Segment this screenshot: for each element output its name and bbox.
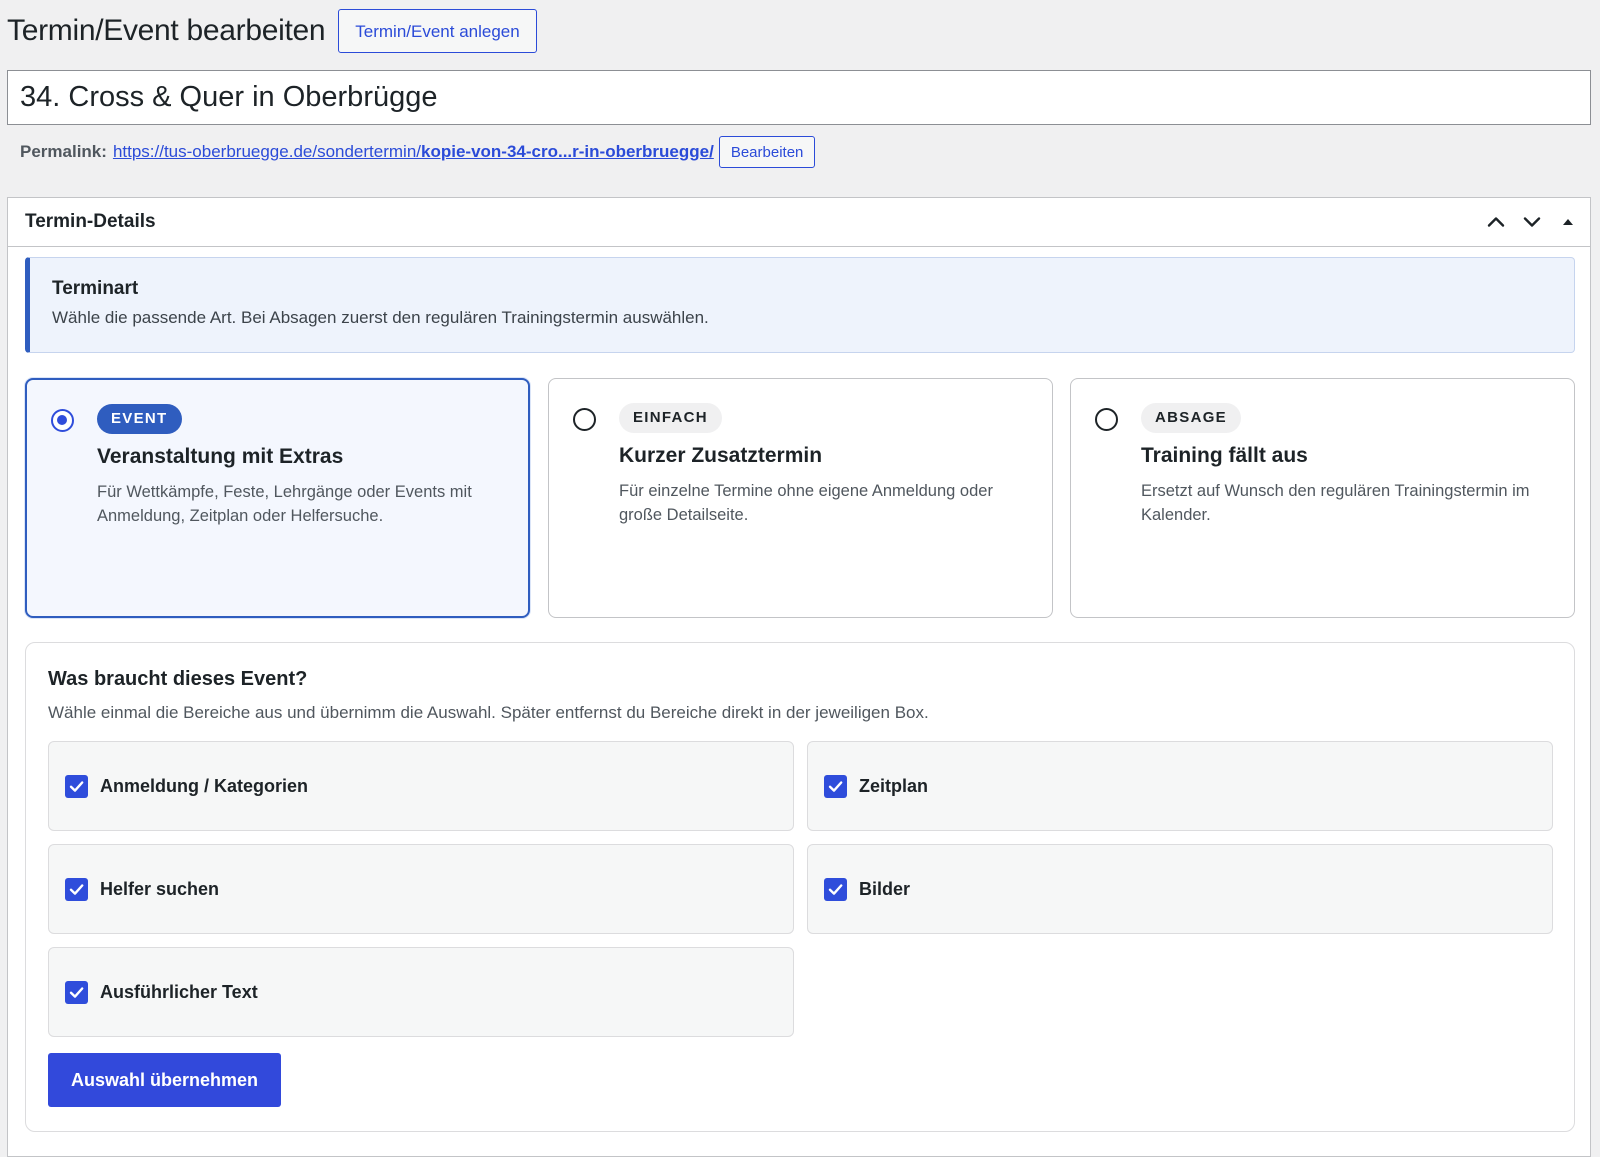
permalink-row: Permalink: https://tus-oberbruegge.de/so…	[20, 135, 816, 169]
option-label: Bilder	[859, 878, 911, 899]
permalink-base: https://tus-oberbruegge.de/sondertermin/	[112, 142, 422, 161]
chevron-down-icon[interactable]	[1514, 204, 1550, 240]
apply-selection-button[interactable]: Auswahl übernehmen	[48, 1053, 282, 1107]
checkbox-checked-icon[interactable]	[824, 774, 847, 798]
option-label: Ausführlicher Text	[100, 981, 258, 1002]
option-label: Helfer suchen	[100, 878, 220, 899]
type-title: Veranstaltung mit Extras	[97, 445, 344, 468]
type-description: Ersetzt auf Wunsch den regulären Trainin…	[1141, 482, 1530, 524]
checkbox-checked-icon[interactable]	[824, 877, 847, 901]
type-description: Für Wettkämpfe, Feste, Lehrgänge oder Ev…	[97, 483, 472, 525]
type-badge: ABSAGE	[1141, 403, 1241, 433]
chevron-up-icon[interactable]	[1478, 204, 1514, 240]
type-badge: EVENT	[97, 404, 182, 434]
option-anmeldung[interactable]: Anmeldung / Kategorien	[48, 741, 794, 831]
checkbox-checked-icon[interactable]	[65, 774, 88, 798]
type-radio-event[interactable]	[51, 409, 74, 432]
page-header: Termin/Event bearbeiten Termin/Event anl…	[7, 8, 537, 54]
metabox-handle-actions	[1478, 204, 1586, 240]
event-needs-panel: Was braucht dieses Event? Wähle einmal d…	[25, 642, 1575, 1132]
type-radio-einfach[interactable]	[573, 408, 596, 431]
permalink-label: Permalink:	[20, 142, 107, 161]
option-zeitplan[interactable]: Zeitplan	[807, 741, 1553, 831]
type-card-event[interactable]: EVENT Veranstaltung mit Extras Für Wettk…	[25, 378, 530, 618]
permalink-slug: kopie-von-34-cro...r-in-oberbruegge/	[421, 142, 714, 161]
terminart-notice: Terminart Wähle die passende Art. Bei Ab…	[25, 257, 1575, 353]
type-card-einfach[interactable]: EINFACH Kurzer Zusatztermin Für einzelne…	[548, 378, 1053, 618]
needs-title: Was braucht dieses Event?	[48, 668, 308, 690]
metabox-title: Termin-Details	[25, 211, 156, 232]
post-title-input[interactable]: 34. Cross & Quer in Oberbrügge	[7, 70, 1591, 125]
caret-up-icon[interactable]	[1550, 204, 1586, 240]
type-description: Für einzelne Termine ohne eigene Anmeldu…	[619, 482, 993, 524]
type-badge: EINFACH	[619, 403, 722, 433]
option-helfer[interactable]: Helfer suchen	[48, 844, 794, 934]
permalink-edit-button[interactable]: Bearbeiten	[718, 136, 816, 168]
needs-subtitle: Wähle einmal die Bereiche aus und überni…	[48, 703, 929, 722]
option-label: Anmeldung / Kategorien	[100, 775, 309, 796]
type-radio-absage[interactable]	[1095, 408, 1118, 431]
option-bilder[interactable]: Bilder	[807, 844, 1553, 934]
notice-title: Terminart	[52, 278, 139, 299]
metabox-header: Termin-Details	[8, 198, 1590, 247]
type-card-absage[interactable]: ABSAGE Training fällt aus Ersetzt auf Wu…	[1070, 378, 1575, 618]
type-title: Kurzer Zusatztermin	[619, 444, 823, 467]
checkbox-checked-icon[interactable]	[65, 980, 88, 1004]
page-title: Termin/Event bearbeiten	[7, 14, 326, 47]
checkbox-checked-icon[interactable]	[65, 877, 88, 901]
type-cards: EVENT Veranstaltung mit Extras Für Wettk…	[25, 378, 1575, 618]
option-text[interactable]: Ausführlicher Text	[48, 947, 794, 1037]
type-title: Training fällt aus	[1141, 444, 1308, 467]
notice-text: Wähle die passende Art. Bei Absagen zuer…	[52, 308, 709, 327]
option-label: Zeitplan	[859, 775, 929, 796]
permalink-link[interactable]: https://tus-oberbruegge.de/sondertermin/…	[113, 142, 714, 162]
add-new-event-button[interactable]: Termin/Event anlegen	[338, 9, 537, 53]
termin-details-metabox: Termin-Details Terminart Wähle die passe…	[7, 197, 1591, 1157]
